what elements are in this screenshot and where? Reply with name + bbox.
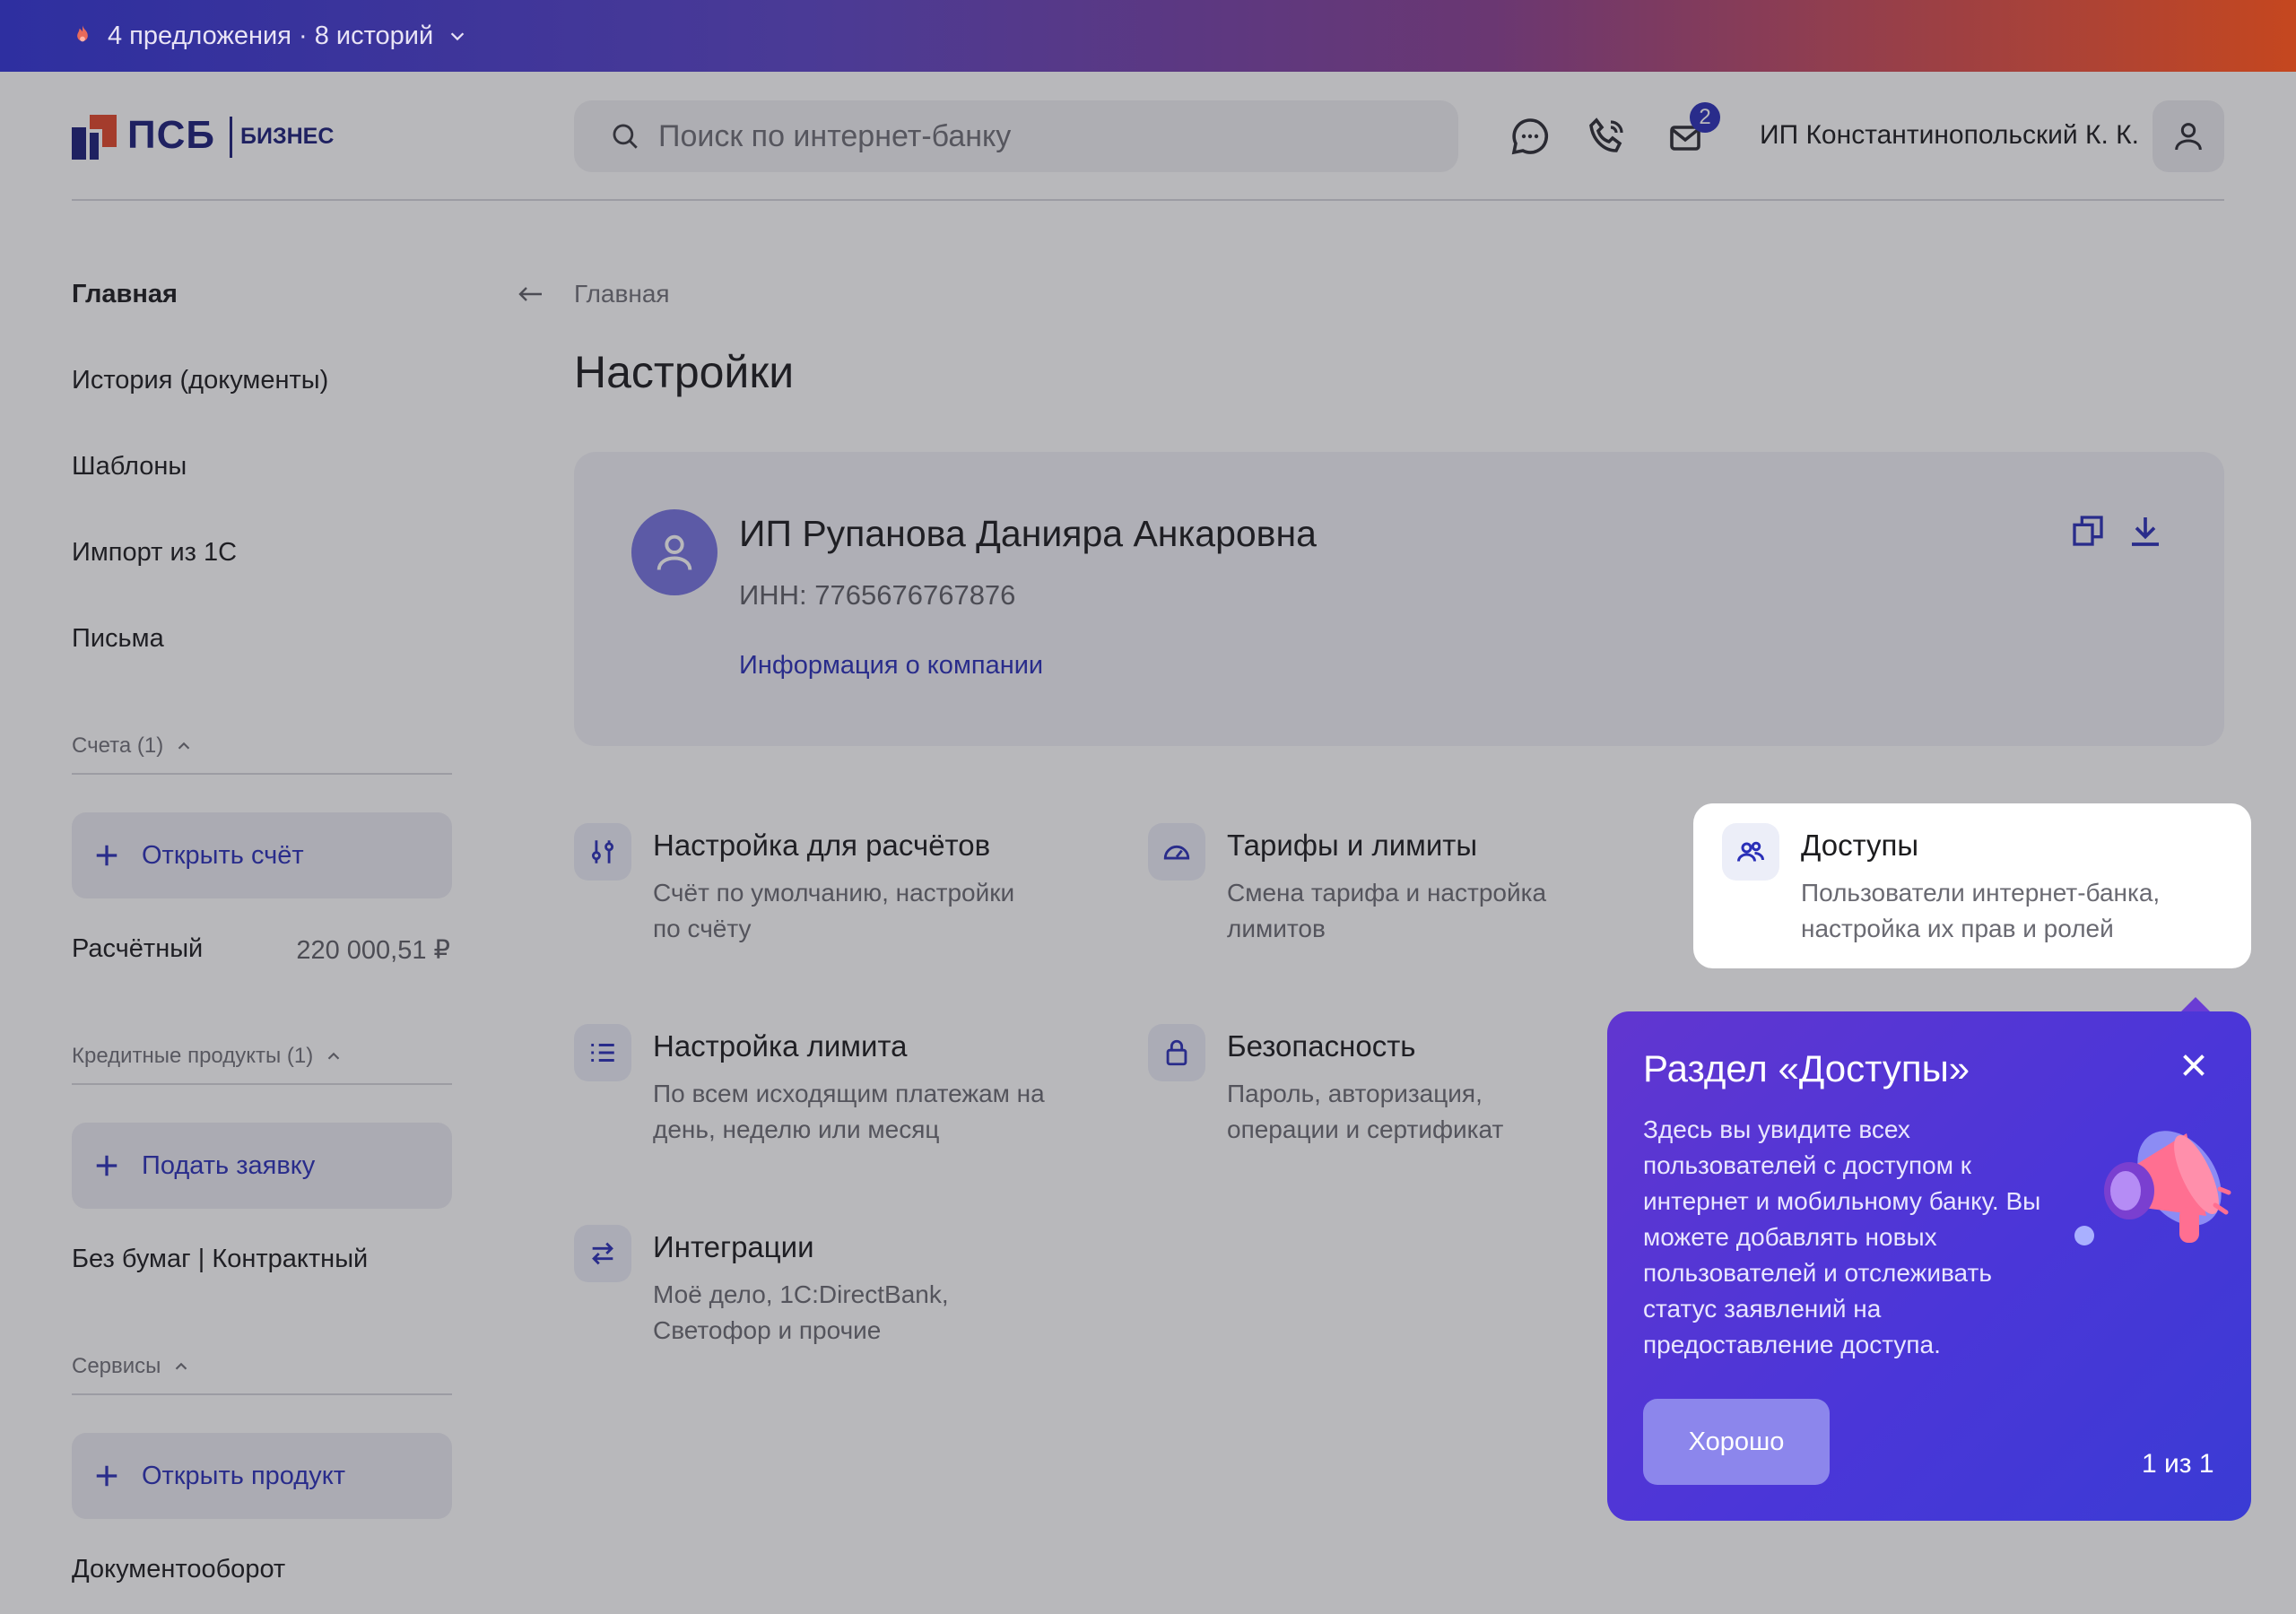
ok-button[interactable]: Хорошо <box>1643 1399 1830 1485</box>
stories-text: 4 предложения · 8 историй <box>108 21 434 50</box>
chevron-down-icon[interactable] <box>448 26 467 46</box>
tile-icon-box <box>1722 823 1779 881</box>
tooltip-counter: 1 из 1 <box>2142 1449 2214 1479</box>
flame-icon <box>77 25 88 42</box>
close-icon[interactable] <box>2178 1049 2210 1081</box>
tile-title[interactable]: Доступы <box>1801 829 1918 863</box>
tile-desc: Пользователи интернет-банка, настройка и… <box>1801 879 2161 942</box>
megaphone-icon <box>2074 1131 2231 1245</box>
users-icon <box>1737 841 1764 862</box>
tooltip-title: Раздел «Доступы» <box>1643 1047 1970 1089</box>
stories-bar[interactable]: 4 предложения · 8 историй <box>0 0 2296 72</box>
tooltip-text: Здесь вы увидите всех пользователей с до… <box>1643 1115 2041 1358</box>
